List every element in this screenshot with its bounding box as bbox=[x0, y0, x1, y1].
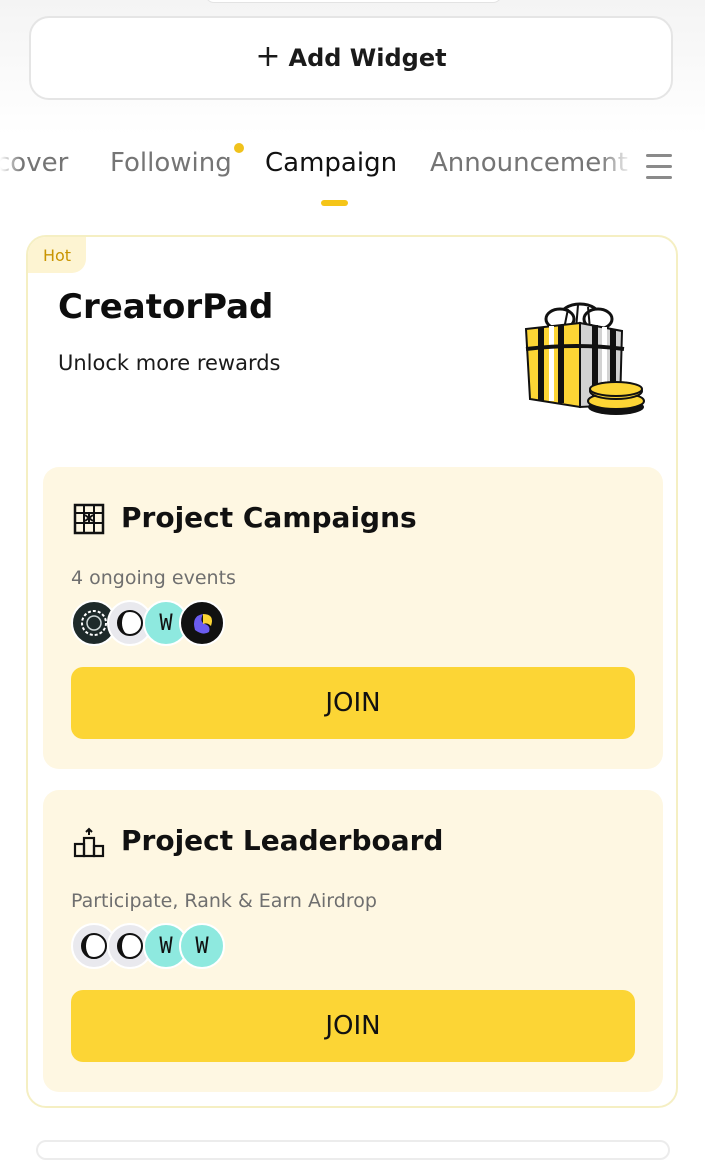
calendar-grid-icon bbox=[73, 503, 105, 535]
w-token-avatar: W bbox=[179, 923, 225, 969]
section-description: 4 ongoing events bbox=[71, 567, 236, 589]
creatorpad-card: Hot CreatorPad Unlock more rewards Proje… bbox=[26, 235, 678, 1108]
swirl-token-avatar bbox=[179, 600, 225, 646]
menu-icon[interactable] bbox=[643, 152, 675, 182]
card-title: CreatorPad bbox=[58, 287, 274, 327]
plus-icon: + bbox=[255, 38, 281, 74]
card-subtitle: Unlock more rewards bbox=[58, 351, 281, 375]
join-leaderboard-button[interactable]: JOIN bbox=[71, 990, 635, 1062]
tab-campaign[interactable]: Campaign bbox=[265, 148, 397, 178]
podium-icon bbox=[73, 827, 105, 858]
next-card-edge bbox=[36, 1140, 670, 1160]
w-letter-icon: W bbox=[159, 610, 173, 636]
notification-dot bbox=[234, 143, 244, 153]
active-tab-indicator bbox=[321, 200, 348, 206]
project-leaderboard-section: Project Leaderboard Participate, Rank & … bbox=[43, 790, 663, 1092]
avatar-group: W W bbox=[71, 923, 231, 969]
hot-badge: Hot bbox=[28, 237, 86, 273]
tab-fade-right bbox=[600, 140, 640, 190]
add-widget-button[interactable]: + Add Widget bbox=[29, 16, 673, 100]
swirl-icon bbox=[194, 614, 212, 634]
top-edge bbox=[205, 0, 502, 3]
section-description: Participate, Rank & Earn Airdrop bbox=[71, 890, 377, 912]
avatar-group: W bbox=[71, 600, 231, 646]
w-letter-icon: W bbox=[159, 933, 173, 959]
section-title: Project Leaderboard bbox=[121, 824, 444, 857]
add-widget-label: Add Widget bbox=[288, 44, 447, 72]
join-campaigns-button[interactable]: JOIN bbox=[71, 667, 635, 739]
w-letter-icon: W bbox=[195, 933, 209, 959]
gift-icon bbox=[524, 302, 645, 415]
tab-fade-left bbox=[0, 140, 22, 190]
tab-announcement[interactable]: Announcement bbox=[430, 148, 628, 178]
project-campaigns-section: Project Campaigns 4 ongoing events W JOI… bbox=[43, 467, 663, 769]
tab-following[interactable]: Following bbox=[110, 148, 232, 178]
section-title: Project Campaigns bbox=[121, 501, 417, 534]
